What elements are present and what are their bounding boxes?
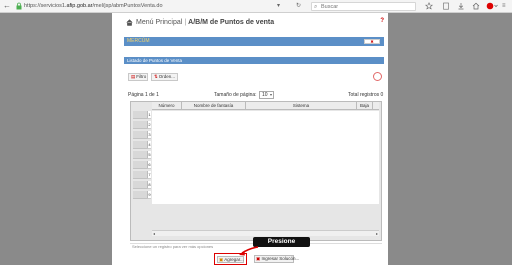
star-icon[interactable]	[425, 2, 433, 10]
filter-button[interactable]: ▤Filtro	[128, 73, 148, 81]
row-number: 3	[147, 131, 151, 139]
row-selector[interactable]	[133, 121, 147, 129]
page-title: A/B/M de Puntos de venta	[188, 19, 275, 26]
table-row[interactable]: 9	[131, 191, 151, 199]
back-arrow-icon[interactable]: ←	[3, 1, 13, 11]
page-size-value: 10	[262, 92, 268, 98]
row-number: 4	[147, 141, 151, 149]
row-number: 5	[147, 151, 151, 159]
row-selector[interactable]	[133, 141, 147, 149]
row-number: 7	[147, 171, 151, 179]
url-path: /mel/jsp/abmPuntosVenta.do	[92, 3, 163, 9]
order-icon: ⇅	[154, 74, 158, 79]
lock-icon	[16, 2, 22, 10]
list-bar-title: Listado de Puntos de Venta	[127, 58, 183, 63]
scroll-left-icon[interactable]: ◂	[153, 231, 155, 237]
table-row[interactable]: 4	[131, 141, 151, 149]
page-size-select[interactable]: 10 ▾	[259, 91, 274, 99]
dropdown-arrow-icon[interactable]: ▾	[277, 1, 280, 11]
list-bar: Listado de Puntos de Venta	[124, 57, 384, 64]
refresh-icon[interactable]	[373, 72, 382, 81]
url-prefix: https://servicios1	[24, 3, 65, 9]
browser-search-input[interactable]	[321, 3, 411, 11]
grid-header: Número Nombre de fantasía Sistema Baja	[152, 102, 379, 110]
add-icon: ▣	[219, 257, 224, 262]
order-button[interactable]: ⇅Orden...	[151, 73, 178, 81]
row-number: 2	[147, 121, 151, 129]
instruction-callout: Presione "Agregar".	[253, 237, 310, 255]
filter-button-label: Filtro	[136, 74, 147, 79]
section-close-button[interactable]: ✖	[364, 39, 380, 44]
address-bar[interactable]: https://servicios1.afip.gob.ar/mel/jsp/a…	[24, 0, 284, 12]
breadcrumb-menu[interactable]: Menú Principal	[136, 19, 182, 26]
row-number: 1	[147, 111, 151, 119]
menu-icon[interactable]: ≡	[502, 1, 506, 11]
chevron-down-icon: ▾	[269, 92, 272, 97]
row-selector[interactable]	[133, 111, 147, 119]
browser-search[interactable]: ⌕	[311, 2, 416, 11]
table-row[interactable]: 5	[131, 151, 151, 159]
row-number: 8	[147, 181, 151, 189]
breadcrumb: Menú Principal | A/B/M de Puntos de venta	[136, 18, 274, 27]
home-icon[interactable]	[472, 2, 480, 10]
section-bar: MERCÚM ✖	[124, 37, 384, 46]
row-selector[interactable]	[133, 171, 147, 179]
callout-arrow-icon	[239, 246, 259, 256]
section-bar-label: MERCÚM	[127, 38, 150, 44]
table-row[interactable]: 7	[131, 171, 151, 179]
app-panel: Menú Principal | A/B/M de Puntos de venta …	[112, 13, 388, 265]
order-button-label: Orden...	[158, 74, 176, 79]
home-icon[interactable]	[126, 19, 133, 26]
row-selector[interactable]	[133, 151, 147, 159]
reload-icon[interactable]: ↻	[296, 1, 301, 11]
grid-body	[152, 111, 379, 204]
browser-toolbar: ← https://servicios1.afip.gob.ar/mel/jsp…	[0, 0, 512, 13]
table-row[interactable]: 2	[131, 121, 151, 129]
search-icon: ⌕	[314, 4, 318, 10]
help-icon[interactable]: ?	[380, 18, 384, 24]
addon-icon[interactable]	[486, 2, 498, 10]
column-header[interactable]: Baja	[357, 102, 373, 110]
table-row[interactable]: 1	[131, 111, 151, 119]
row-selector[interactable]	[133, 181, 147, 189]
download-icon[interactable]	[457, 2, 465, 10]
row-number: 9	[147, 191, 151, 199]
horizontal-scrollbar[interactable]: ◂ ▸	[152, 230, 379, 236]
column-header[interactable]: Número	[152, 102, 182, 110]
total-records: Total registros 0	[348, 92, 384, 98]
row-number: 6	[147, 161, 151, 169]
scroll-right-icon[interactable]: ▸	[376, 231, 378, 237]
url-host: .afip.gob.ar	[64, 3, 93, 9]
table-row[interactable]: 6	[131, 161, 151, 169]
data-grid: Número Nombre de fantasía Sistema Baja 1…	[130, 101, 382, 241]
clipboard-icon[interactable]	[442, 2, 450, 10]
table-row[interactable]: 8	[131, 181, 151, 189]
row-selector[interactable]	[133, 131, 147, 139]
column-header[interactable]: Sistema	[246, 102, 357, 110]
table-row[interactable]: 3	[131, 131, 151, 139]
column-header[interactable]: Nombre de fantasía	[182, 102, 246, 110]
page-indicator: Página 1 de 1	[128, 92, 159, 98]
page-size-label: Tamaño de página:	[214, 92, 257, 98]
filter-icon: ▤	[131, 74, 136, 79]
row-selector[interactable]	[133, 191, 147, 199]
breadcrumb-separator: |	[184, 19, 187, 26]
row-selector[interactable]	[133, 161, 147, 169]
